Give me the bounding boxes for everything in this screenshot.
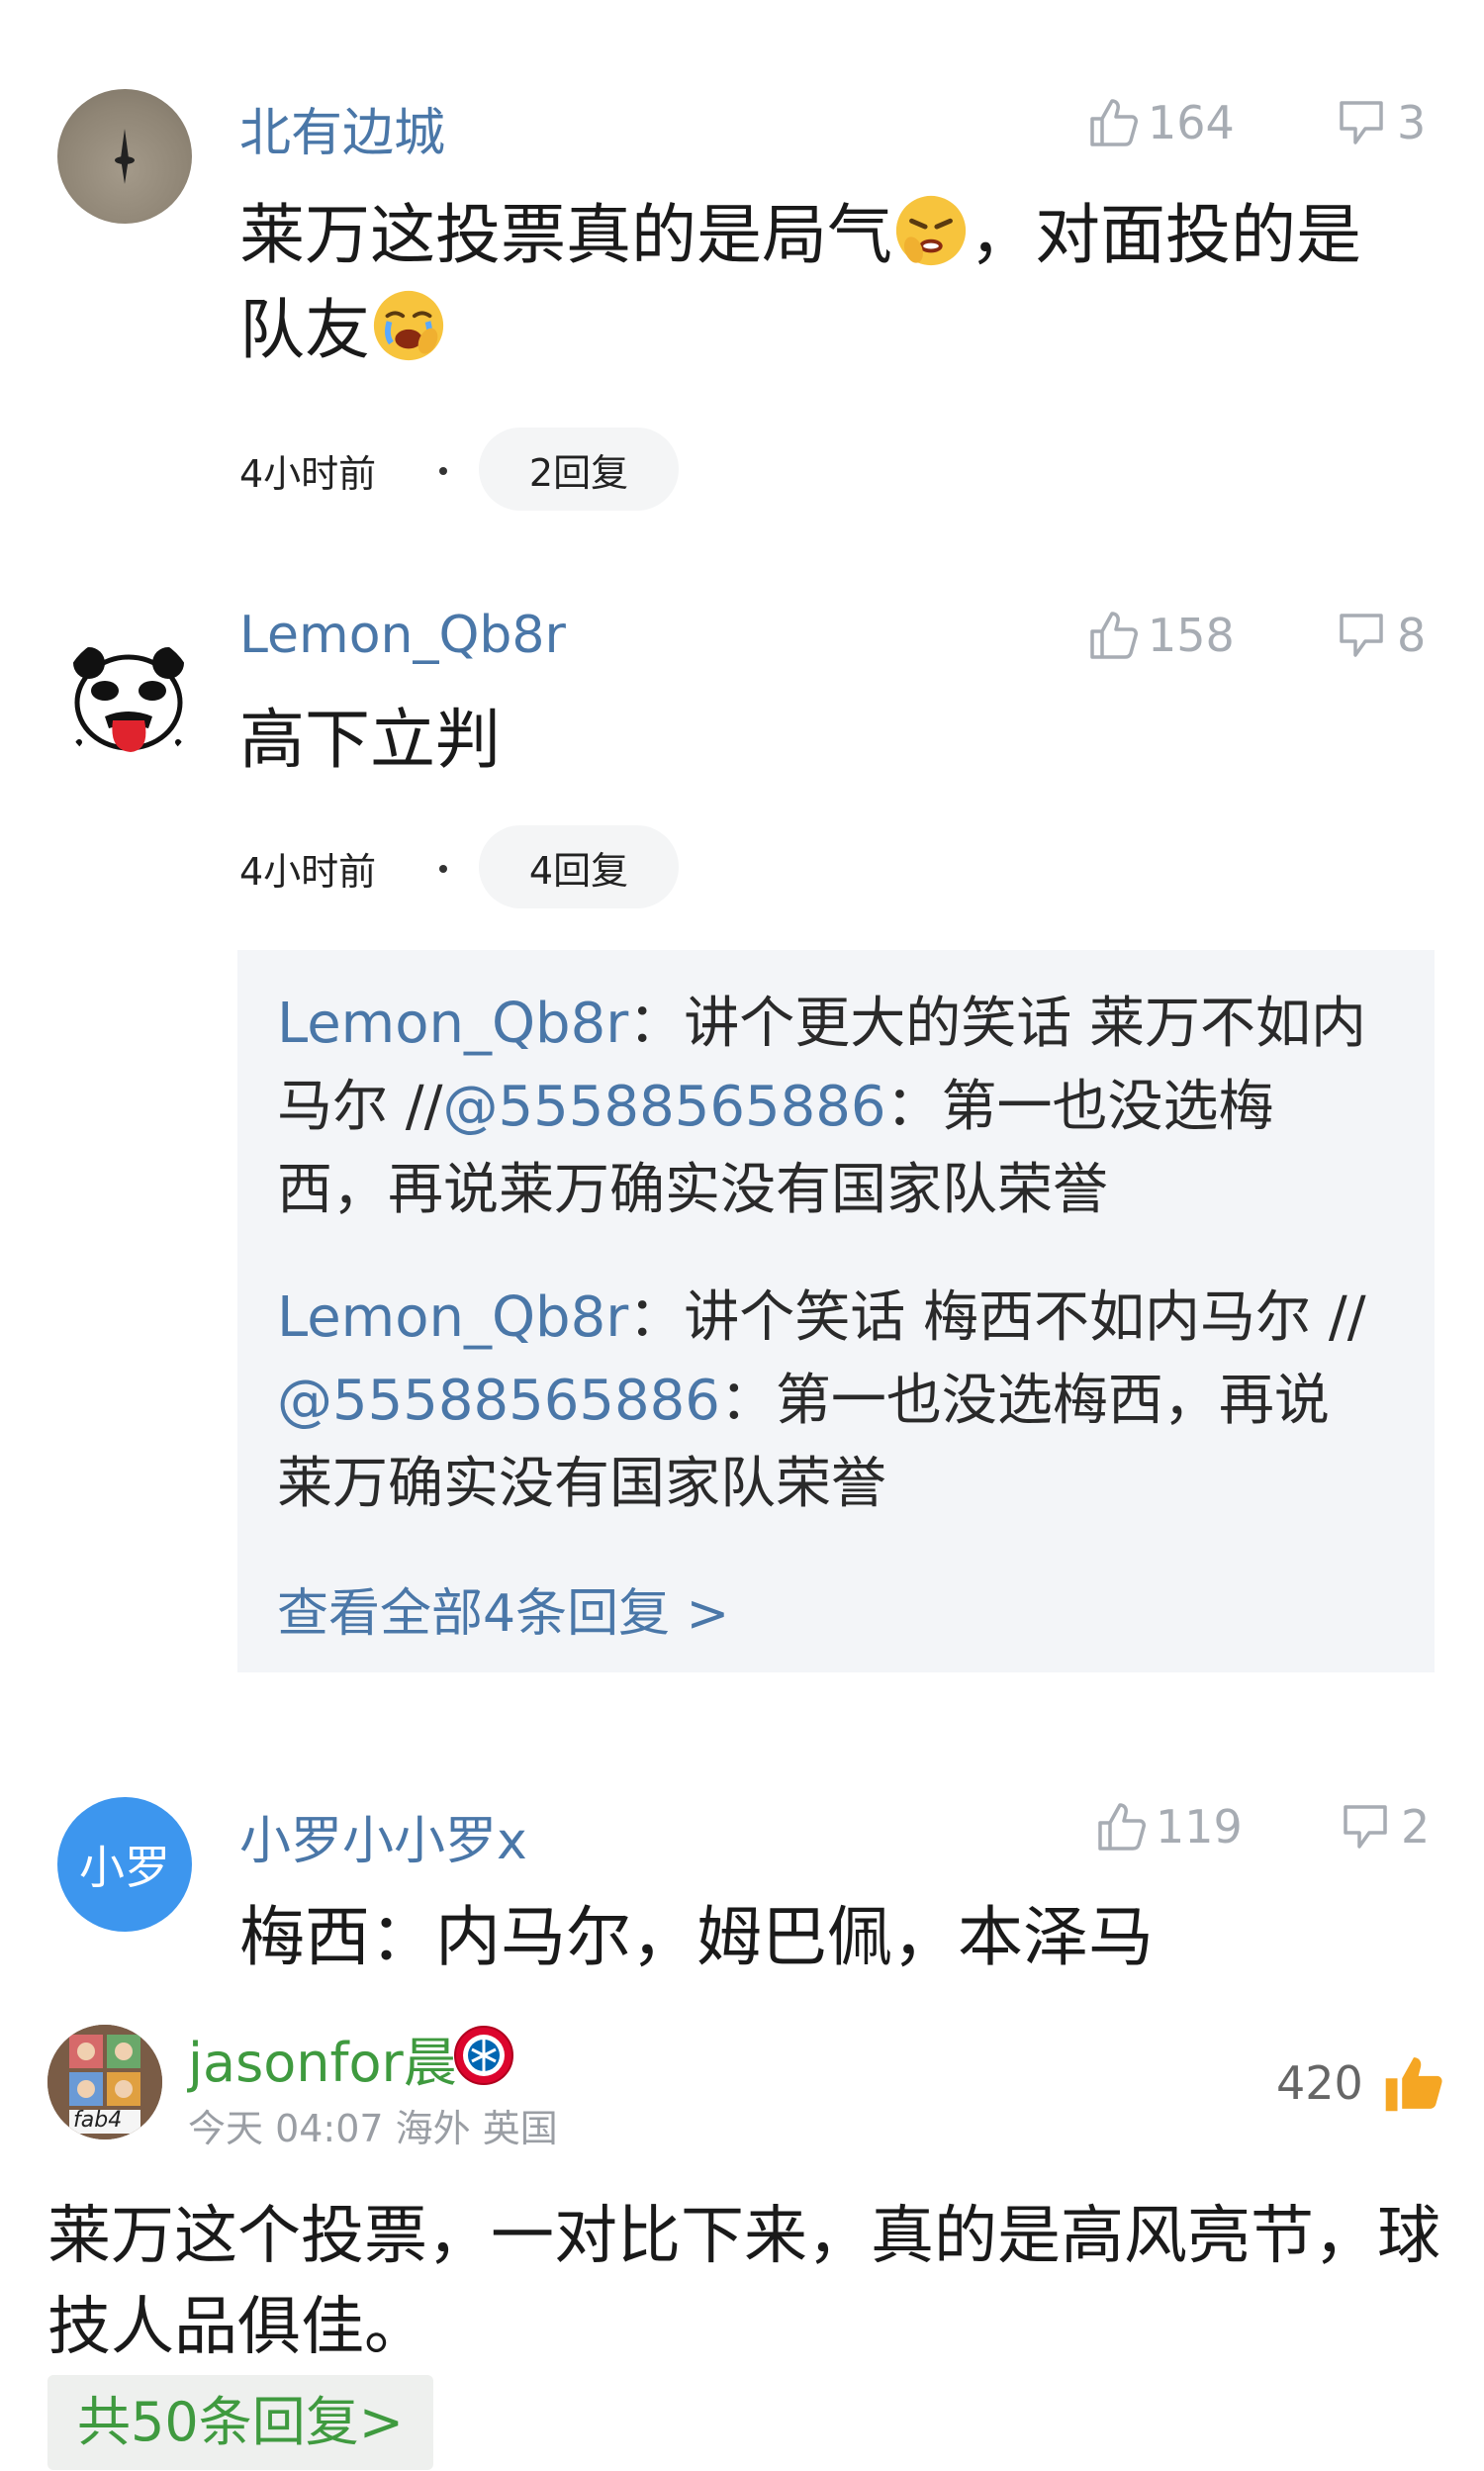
spinning-top-icon	[115, 129, 135, 184]
dislike-count: 8	[1397, 609, 1427, 662]
like-button[interactable]: 164	[1086, 95, 1235, 150]
sub-reply: Lemon_Qb8r：讲个笑话 梅西不如内马尔 // @55588565886：…	[277, 1277, 1425, 1526]
crying-face-icon	[373, 290, 444, 361]
dislike-button[interactable]: 3	[1336, 95, 1426, 150]
avatar[interactable]: fab4	[47, 2025, 162, 2139]
reply-text-segment: 马尔 //	[277, 1075, 443, 1139]
fc-bayern-badge-icon	[454, 2026, 513, 2085]
view-all-replies-link[interactable]: 查看全部4条回复 >	[277, 1571, 729, 1646]
angry-face-icon	[895, 195, 967, 266]
thumbs-up-icon	[1385, 2057, 1442, 2112]
post-like-count: 420	[1276, 2056, 1363, 2110]
post-like-button[interactable]: 420	[1276, 2050, 1446, 2116]
bayern-badge	[453, 2025, 514, 2086]
post-username[interactable]: jasonfor晨	[188, 2019, 457, 2097]
comment-text-segment: 莱万这投票真的是局气	[239, 197, 892, 273]
reply-text-segment: ：第一也没选梅西，再说	[719, 1369, 1330, 1433]
comment-time: 4小时前	[239, 850, 377, 894]
post-text-line: 技人品俱佳。	[47, 2291, 427, 2364]
post-meta: 今天 04:07 海外 英国	[188, 2107, 558, 2150]
sub-reply: Lemon_Qb8r：讲个更大的笑话 莱万不如内 马尔 //@555885658…	[277, 983, 1425, 1232]
mention-link[interactable]: @55588565886	[443, 1075, 886, 1139]
username[interactable]: 小罗小小罗x	[239, 1799, 527, 1873]
comment-text: 莱万这投票真的是局气 ，对面投的是 队友	[239, 188, 1427, 378]
avatar[interactable]	[61, 633, 196, 768]
dislike-count: 3	[1397, 96, 1427, 149]
thumbs-down-icon	[1340, 101, 1383, 144]
thumbs-down-icon	[1340, 614, 1383, 657]
like-count: 158	[1148, 609, 1235, 662]
post-text-line: 莱万这个投票，一对比下来，真的是高风亮节，球	[47, 2200, 1440, 2273]
thumbs-down-icon	[1344, 1805, 1387, 1849]
comment-text-segment: 队友	[239, 292, 370, 368]
username[interactable]: 北有边城	[239, 91, 445, 165]
reply-separator: ：	[628, 992, 685, 1056]
view-replies-button[interactable]: 共50条回复>	[47, 2375, 433, 2470]
thumbs-up-icon	[1098, 1803, 1146, 1851]
reply-text-segment: 西，再说莱万确实没有国家队荣誉	[277, 1158, 1108, 1222]
thumbs-up-icon	[1090, 99, 1138, 146]
dislike-button[interactable]: 2	[1340, 1799, 1430, 1854]
thumbs-up-icon	[1090, 612, 1138, 659]
avatar-text: 小罗	[79, 1841, 170, 1894]
replies-button[interactable]: 4回复	[479, 825, 679, 908]
dislike-count: 2	[1401, 1800, 1431, 1853]
avatar-text: fab4	[73, 2108, 123, 2133]
like-count: 119	[1156, 1800, 1243, 1853]
dislike-button[interactable]: 8	[1336, 608, 1426, 663]
comment-text-segment: ，对面投的是	[970, 197, 1361, 273]
reply-author-link[interactable]: Lemon_Qb8r	[277, 1285, 628, 1350]
replies-button[interactable]: 2回复	[479, 428, 679, 511]
avatar[interactable]	[57, 89, 192, 224]
comment-time: 4小时前	[239, 452, 377, 496]
reply-author-link[interactable]: Lemon_Qb8r	[277, 992, 628, 1056]
separator-dot	[439, 865, 447, 873]
reply-text-segment: 莱万确实没有国家队荣誉	[277, 1452, 886, 1516]
reply-text-segment: 讲个更大的笑话 莱万不如内	[684, 992, 1367, 1056]
like-button[interactable]: 158	[1086, 608, 1235, 663]
username[interactable]: Lemon_Qb8r	[239, 606, 566, 665]
like-button[interactable]: 119	[1094, 1799, 1243, 1854]
reply-text-segment: 讲个笑话 梅西不如内马尔 //	[684, 1285, 1366, 1350]
separator-dot	[439, 467, 447, 475]
reply-separator: ：	[628, 1285, 685, 1350]
reply-text-segment: ：第一也没选梅	[885, 1075, 1274, 1139]
post-text: 莱万这个投票，一对比下来，真的是高风亮节，球 技人品俱佳。	[47, 2191, 1452, 2373]
mention-link[interactable]: @55588565886	[277, 1369, 720, 1433]
like-count: 164	[1148, 96, 1235, 149]
avatar[interactable]: 小罗	[57, 1797, 192, 1932]
panda-sticker-icon	[68, 647, 189, 755]
comment-text: 梅西：内马尔，姆巴佩，本泽马	[239, 1899, 1154, 1975]
comment-text: 高下立判	[239, 702, 501, 778]
